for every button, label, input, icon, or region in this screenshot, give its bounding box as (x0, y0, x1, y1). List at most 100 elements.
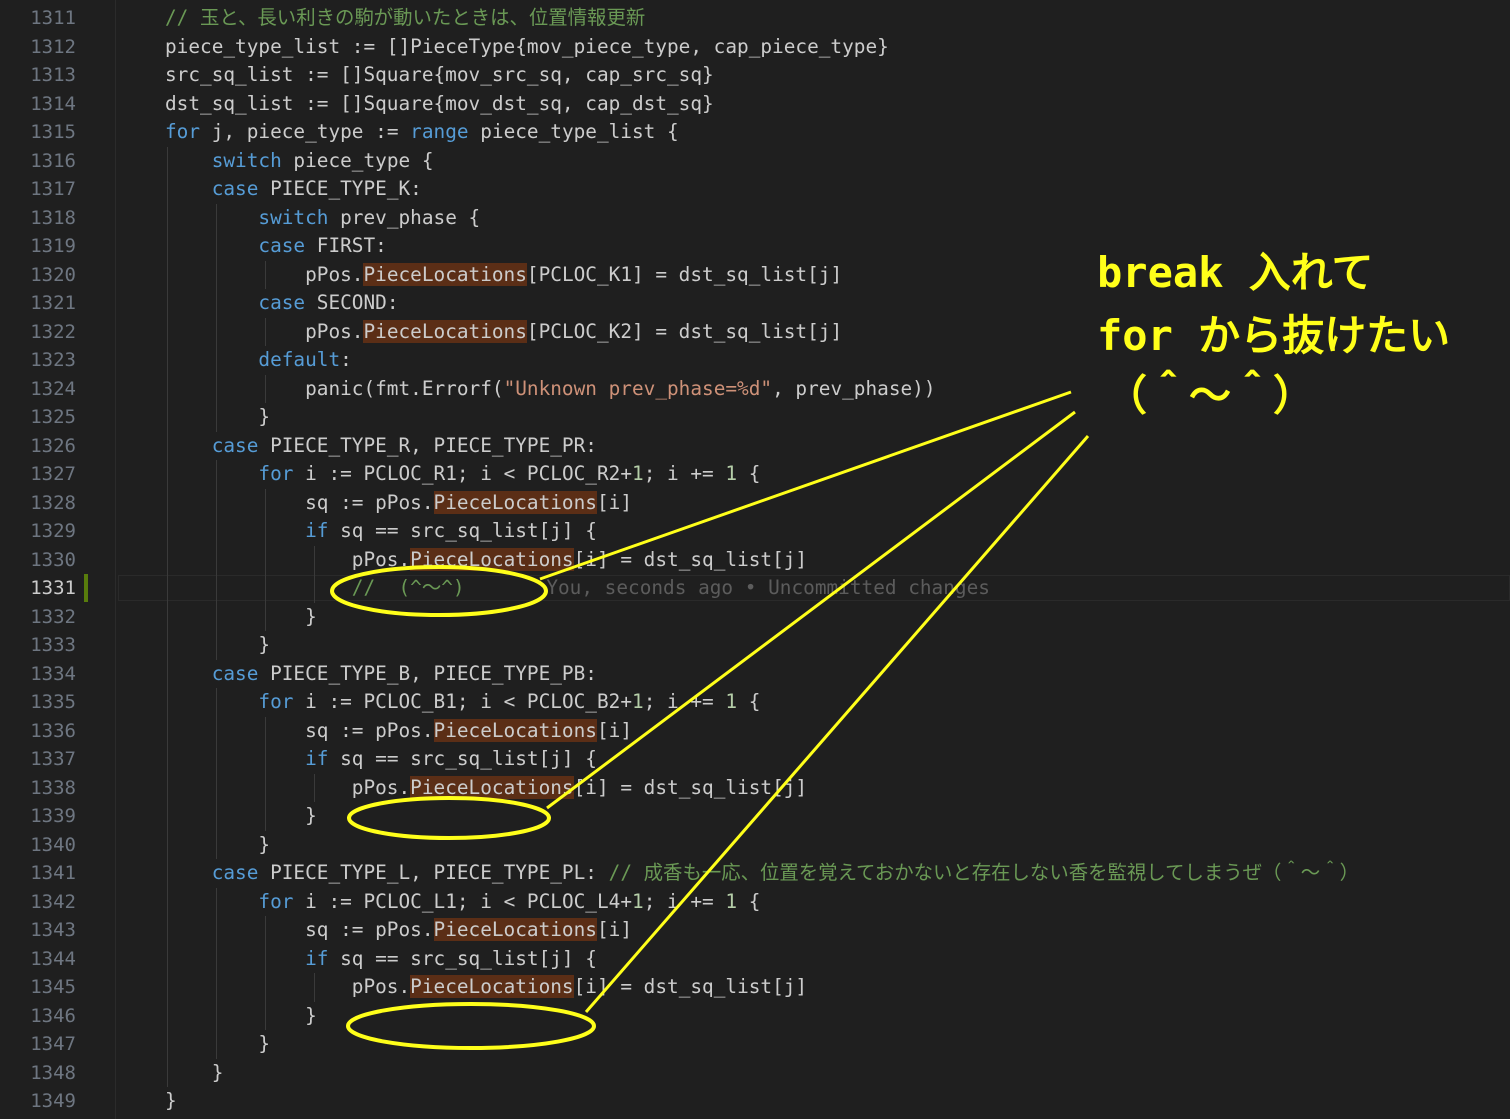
code-text[interactable]: } (165, 831, 270, 860)
code-line[interactable]: 1312 piece_type_list := []PieceType{mov_p… (0, 33, 1510, 62)
code-line[interactable]: 1332 } (0, 602, 1510, 632)
keyword-token: case (211, 177, 259, 200)
code-line[interactable]: 1334 case PIECE_TYPE_B, PIECE_TYPE_PB: (0, 659, 1510, 689)
code-token: [PCLOC_K2] = dst_sq_list[j] (526, 319, 843, 343)
code-line[interactable]: 1348 } (0, 1058, 1510, 1088)
code-text[interactable]: pPos.PieceLocations[i] = dst_sq_list[j] (165, 774, 807, 803)
code-line[interactable]: 1343 sq := pPos.PieceLocations[i] (0, 916, 1510, 945)
keyword-token: for (258, 462, 294, 485)
code-line[interactable]: 1341 case PIECE_TYPE_L, PIECE_TYPE_PL: /… (0, 859, 1510, 888)
code-text[interactable]: } (165, 1030, 270, 1059)
code-line[interactable]: 1313 src_sq_list := []Square{mov_src_sq, … (0, 61, 1510, 90)
code-text[interactable]: dst_sq_list := []Square{mov_dst_sq, cap_… (165, 90, 714, 119)
code-line[interactable]: 1347 } (0, 1030, 1510, 1059)
number-token: 1 (632, 889, 644, 913)
code-text[interactable]: } (165, 802, 317, 831)
code-text[interactable]: pPos.PieceLocations[PCLOC_K1] = dst_sq_l… (165, 261, 842, 290)
code-line[interactable]: 1349} (0, 1087, 1510, 1116)
code-line[interactable]: 1345 pPos.PieceLocations[i] = dst_sq_lis… (0, 973, 1510, 1002)
code-token: dst_sq_list := []Square{mov_dst_sq, cap_… (165, 91, 714, 115)
code-token: pPos. (165, 975, 411, 998)
code-text[interactable]: case PIECE_TYPE_K: (165, 175, 422, 204)
code-editor[interactable]: 1311 // 玉と、長い利きの駒が動いたときは、位置情報更新 1312 piece_… (0, 0, 1510, 1119)
code-line[interactable]: 1316 switch piece_type { (0, 146, 1510, 176)
code-line[interactable]: 1338 pPos.PieceLocations[i] = dst_sq_lis… (0, 773, 1510, 803)
line-number: 1345 (30, 976, 76, 998)
code-text[interactable]: switch prev_phase { (165, 204, 480, 233)
code-line[interactable]: 1328 sq := pPos.PieceLocations[i] (0, 488, 1510, 518)
code-text[interactable]: } (165, 1002, 317, 1031)
code-text[interactable]: if sq == src_sq_list[j] { (165, 745, 597, 774)
code-line[interactable]: 1344 if sq == src_sq_list[j] { (0, 944, 1510, 974)
code-text[interactable]: for i := PCLOC_B1; i < PCLOC_B2+1; i += … (165, 688, 760, 717)
code-text[interactable]: switch piece_type { (165, 147, 434, 176)
code-text[interactable]: for i := PCLOC_R1; i < PCLOC_R2+1; i += … (165, 460, 760, 489)
code-text[interactable]: } (165, 403, 270, 432)
code-line[interactable]: 1346 } (0, 1001, 1510, 1031)
code-line[interactable]: 1339 } (0, 802, 1510, 831)
code-text[interactable]: pPos.PieceLocations[i] = dst_sq_list[j] (165, 973, 807, 1002)
code-text[interactable]: case PIECE_TYPE_R, PIECE_TYPE_PR: (165, 432, 597, 461)
code-token: : (340, 348, 352, 371)
line-number: 1311 (30, 7, 76, 29)
code-text[interactable]: for i := PCLOC_L1; i < PCLOC_L4+1; i += … (165, 888, 760, 917)
line-number: 1327 (30, 463, 76, 485)
code-text[interactable]: case PIECE_TYPE_B, PIECE_TYPE_PB: (165, 660, 597, 689)
code-text[interactable]: sq := pPos.PieceLocations[i] (165, 916, 632, 945)
code-text[interactable]: } (165, 631, 270, 660)
code-line[interactable]: 1340 } (0, 830, 1510, 860)
field-token: PieceLocations (433, 718, 597, 742)
code-line[interactable]: 1311 // 玉と、長い利きの駒が動いたときは、位置情報更新 (0, 4, 1510, 33)
line-number: 1349 (30, 1090, 76, 1112)
code-line[interactable]: 1331 // (^～^) You, seconds ago • Uncommi… (0, 574, 1510, 603)
code-token: panic(fmt.Errorf( (165, 376, 504, 400)
code-text[interactable]: default: (165, 346, 352, 375)
line-number: 1342 (30, 890, 76, 913)
code-text[interactable]: pPos.PieceLocations[i] = dst_sq_list[j] (165, 546, 807, 575)
code-token: sq == src_sq_list[j] { (328, 519, 597, 542)
code-text[interactable]: sq := pPos.PieceLocations[i] (165, 489, 632, 518)
comment-token: // (^～^) (351, 576, 465, 599)
code-text[interactable]: case PIECE_TYPE_L, PIECE_TYPE_PL: // 成香も… (165, 859, 1359, 888)
annotation-text-line3: （＾～＾） (1105, 371, 1316, 420)
code-token: } (165, 1060, 224, 1084)
code-line[interactable]: 1318 switch prev_phase { (0, 203, 1510, 233)
code-text[interactable]: // (^～^) You, seconds ago • Uncommitted … (165, 574, 990, 603)
code-line[interactable]: 1329 if sq == src_sq_list[j] { (0, 517, 1510, 546)
code-text[interactable]: // 玉と、長い利きの駒が動いたときは、位置情報更新 (165, 4, 645, 33)
code-line[interactable]: 1330 pPos.PieceLocations[i] = dst_sq_lis… (0, 545, 1510, 575)
code-token: { (737, 889, 761, 913)
code-text[interactable]: pPos.PieceLocations[PCLOC_K2] = dst_sq_l… (165, 318, 842, 347)
code-line[interactable]: 1342 for i := PCLOC_L1; i < PCLOC_L4+1; … (0, 887, 1510, 917)
code-line[interactable]: 1315 for j, piece_type := range piece_typ… (0, 118, 1510, 147)
code-text[interactable]: } (165, 603, 317, 632)
code-text[interactable]: sq := pPos.PieceLocations[i] (165, 717, 632, 746)
code-token: i := PCLOC_R1; i < PCLOC_R2+ (293, 462, 632, 485)
code-token: [i] (596, 718, 632, 742)
code-text[interactable]: piece_type_list := []PieceType{mov_piece… (165, 33, 889, 62)
code-token: sq == src_sq_list[j] { (328, 946, 597, 970)
code-text[interactable]: src_sq_list := []Square{mov_src_sq, cap_… (165, 61, 714, 90)
line-number: 1336 (30, 719, 76, 742)
code-line[interactable]: 1314 dst_sq_list := []Square{mov_dst_sq, … (0, 90, 1510, 119)
annotation-text-line2: for から抜けたい (1097, 311, 1451, 360)
line-number: 1329 (30, 520, 76, 542)
code-text[interactable]: } (165, 1087, 177, 1116)
code-line[interactable]: 1337 if sq == src_sq_list[j] { (0, 745, 1510, 774)
code-line[interactable]: 1335 for i := PCLOC_B1; i < PCLOC_B2+1; … (0, 688, 1510, 717)
code-line[interactable]: 1326 case PIECE_TYPE_R, PIECE_TYPE_PR: (0, 431, 1510, 461)
code-text[interactable]: if sq == src_sq_list[j] { (165, 517, 597, 546)
code-text[interactable]: } (165, 1059, 224, 1088)
code-text[interactable]: case FIRST: (165, 232, 386, 261)
code-text[interactable]: if sq == src_sq_list[j] { (165, 945, 597, 974)
code-line[interactable]: 1327 for i := PCLOC_R1; i < PCLOC_R2+1; … (0, 460, 1510, 489)
code-text[interactable]: case SECOND: (165, 289, 398, 318)
code-line[interactable]: 1317 case PIECE_TYPE_K: (0, 175, 1510, 204)
code-line[interactable]: 1336 sq := pPos.PieceLocations[i] (0, 716, 1510, 746)
code-text[interactable]: for j, piece_type := range piece_type_li… (165, 118, 679, 147)
line-number: 1314 (30, 92, 76, 115)
code-text[interactable]: panic(fmt.Errorf("Unknown prev_phase=%d"… (165, 375, 935, 404)
code-line[interactable]: 1333 } (0, 631, 1510, 660)
line-number: 1339 (30, 805, 76, 827)
